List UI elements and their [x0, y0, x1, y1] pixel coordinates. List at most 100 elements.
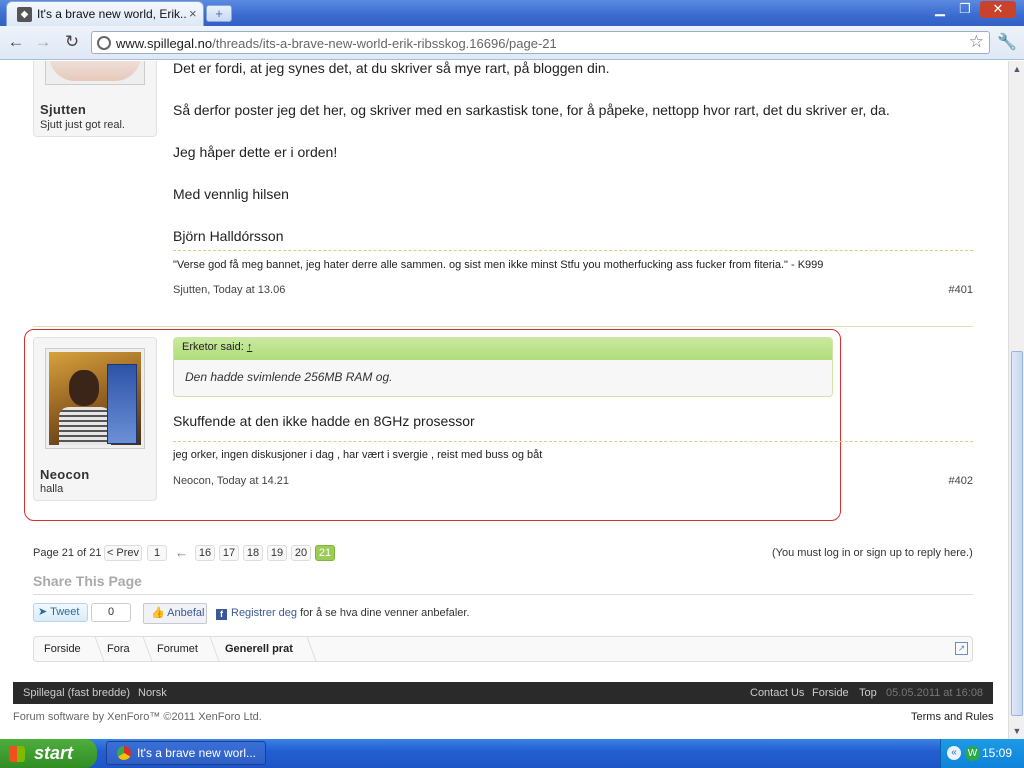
signature-divider [173, 441, 973, 442]
tweet-count: 0 [91, 603, 131, 622]
message-line: Med vennlig hilsen [173, 186, 289, 202]
windows-logo-icon [9, 746, 25, 762]
user-title: Sjutt just got real. [40, 119, 125, 131]
scroll-down-icon[interactable]: ▼ [1011, 725, 1023, 737]
site-favicon-icon: ◆ [17, 7, 32, 22]
facebook-signup-suffix: for å se hva dine venner anbefaler. [300, 607, 470, 619]
top-link[interactable]: Top [859, 687, 877, 699]
page-link-17[interactable]: 17 [219, 545, 239, 561]
quote-block: Erketor said: ↑ Den hadde svimlende 256M… [173, 337, 833, 397]
page-link-current[interactable]: 21 [315, 545, 335, 561]
facebook-signup-text: f Registrer deg for å se hva dine venner … [216, 607, 470, 620]
avatar[interactable] [45, 348, 145, 449]
contact-us-link[interactable]: Contact Us [750, 687, 804, 699]
prev-page-button[interactable]: < Prev [104, 545, 142, 561]
address-bar[interactable]: www.spillegal.no/threads/its-a-brave-new… [91, 31, 990, 54]
facebook-like-button[interactable]: 👍 Anbefal [143, 603, 207, 624]
tweet-label: Tweet [50, 606, 80, 618]
breadcrumb-current: Generell prat [225, 643, 293, 655]
tray-network-icon[interactable]: W [965, 746, 980, 761]
tab-title: It's a brave new world, Erik... [37, 7, 187, 21]
vertical-scrollbar[interactable]: ▲ ▼ [1008, 61, 1024, 739]
reload-icon[interactable]: ↻ [61, 31, 83, 53]
quote-author: Erketor said: [182, 341, 244, 353]
minimize-button[interactable]: ▁ [928, 1, 952, 18]
breadcrumb-item[interactable]: Forumet [157, 643, 198, 655]
footer-timestamp: 05.05.2011 at 16:08 [886, 687, 984, 699]
style-chooser-link[interactable]: Spillegal (fast bredde) [23, 687, 130, 699]
browser-tab[interactable]: ◆ It's a brave new world, Erik... × [6, 1, 204, 26]
page-skip-arrow-icon[interactable]: ← [175, 545, 188, 560]
forward-icon[interactable]: → [32, 31, 54, 53]
scrollbar-thumb[interactable] [1011, 351, 1023, 716]
message-line: Björn Halldórsson [173, 228, 284, 244]
jump-to-icon[interactable]: ↗ [955, 642, 968, 655]
back-icon[interactable]: ← [5, 31, 27, 53]
taskbar-item-label: It's a brave new worl... [137, 746, 257, 760]
page-link-18[interactable]: 18 [243, 545, 263, 561]
close-window-button[interactable]: ✕ [980, 1, 1016, 18]
taskbar-item-browser[interactable]: It's a brave new worl... [106, 741, 266, 765]
page-link-1[interactable]: 1 [147, 545, 167, 561]
quote-text: Den hadde svimlende 256MB RAM og. [185, 370, 393, 384]
breadcrumb-separator [85, 637, 105, 661]
tweet-button[interactable]: ➤ Tweet [33, 603, 88, 622]
bookmark-star-icon[interactable]: ☆ [969, 32, 984, 52]
terms-link[interactable]: Terms and Rules [911, 711, 994, 723]
message-line: Så derfor poster jeg det her, og skriver… [173, 102, 890, 118]
new-tab-button[interactable]: + [206, 5, 232, 22]
signature-divider [173, 250, 973, 251]
wrench-icon[interactable]: 🔧 [997, 32, 1017, 52]
breadcrumb: Forside Fora Forumet Generell prat ↗ [33, 636, 973, 662]
tab-close-icon[interactable]: × [189, 6, 197, 21]
reply-notice: (You must log in or sign up to reply her… [772, 547, 973, 559]
page-link-19[interactable]: 19 [267, 545, 287, 561]
breadcrumb-item[interactable]: Fora [107, 643, 130, 655]
post-meta[interactable]: Sjutten, Today at 13.06 [173, 284, 285, 296]
home-link[interactable]: Forside [812, 687, 849, 699]
page-link-20[interactable]: 20 [291, 545, 311, 561]
avatar[interactable] [45, 61, 145, 85]
url-path: /threads/its-a-brave-new-world-erik-ribs… [212, 36, 557, 51]
message-line: Det er fordi, at jeg synes det, at du sk… [173, 61, 610, 76]
language-chooser-link[interactable]: Norsk [138, 687, 167, 699]
message-line: Skuffende at den ikke hadde en 8GHz pros… [173, 413, 475, 429]
user-title: halla [40, 483, 64, 495]
page-link-16[interactable]: 16 [195, 545, 215, 561]
globe-icon [97, 36, 111, 50]
quote-jump-icon[interactable]: ↑ [247, 341, 253, 353]
breadcrumb-separator [133, 637, 153, 661]
post-username[interactable]: Neocon [40, 467, 89, 482]
post-meta[interactable]: Neocon, Today at 14.21 [173, 475, 289, 487]
post-signature: "Verse god få meg bannet, jeg hater derr… [173, 259, 824, 271]
message-line: Jeg håper dette er i orden! [173, 144, 338, 160]
restore-button[interactable]: ❐ [953, 1, 977, 18]
start-label: start [34, 743, 74, 763]
chrome-icon [117, 746, 131, 760]
post-number[interactable]: #401 [949, 284, 973, 296]
breadcrumb-item[interactable]: Forside [44, 643, 81, 655]
scroll-up-icon[interactable]: ▲ [1011, 63, 1023, 75]
system-tray: « W 15:09 [940, 739, 1024, 768]
quote-header: Erketor said: ↑ [174, 338, 832, 360]
page-content: Sjutten Sjutt just got real. Det er ford… [0, 61, 1008, 739]
breadcrumb-separator [297, 637, 317, 661]
share-heading: Share This Page [33, 573, 142, 589]
like-label: Anbefal [167, 607, 205, 619]
post-signature: jeg orker, ingen diskusjoner i dag , har… [173, 449, 543, 461]
twitter-bird-icon: ➤ [38, 606, 48, 618]
facebook-signup-link[interactable]: Registrer deg [231, 607, 297, 619]
start-button[interactable]: start [0, 739, 97, 768]
page-count-label: Page 21 of 21 [33, 547, 102, 559]
tray-expand-icon[interactable]: « [947, 746, 961, 760]
post-username[interactable]: Sjutten [40, 102, 86, 117]
clock[interactable]: 15:09 [982, 739, 1012, 768]
copyright-text[interactable]: Forum software by XenForo™ ©2011 XenForo… [13, 711, 262, 723]
share-divider [33, 594, 973, 595]
post-number[interactable]: #402 [949, 475, 973, 487]
thumbs-up-icon: 👍 [151, 607, 165, 619]
url-host: www.spillegal.no [116, 36, 213, 51]
breadcrumb-separator [200, 637, 220, 661]
facebook-icon: f [216, 609, 227, 620]
post-divider [33, 326, 973, 327]
